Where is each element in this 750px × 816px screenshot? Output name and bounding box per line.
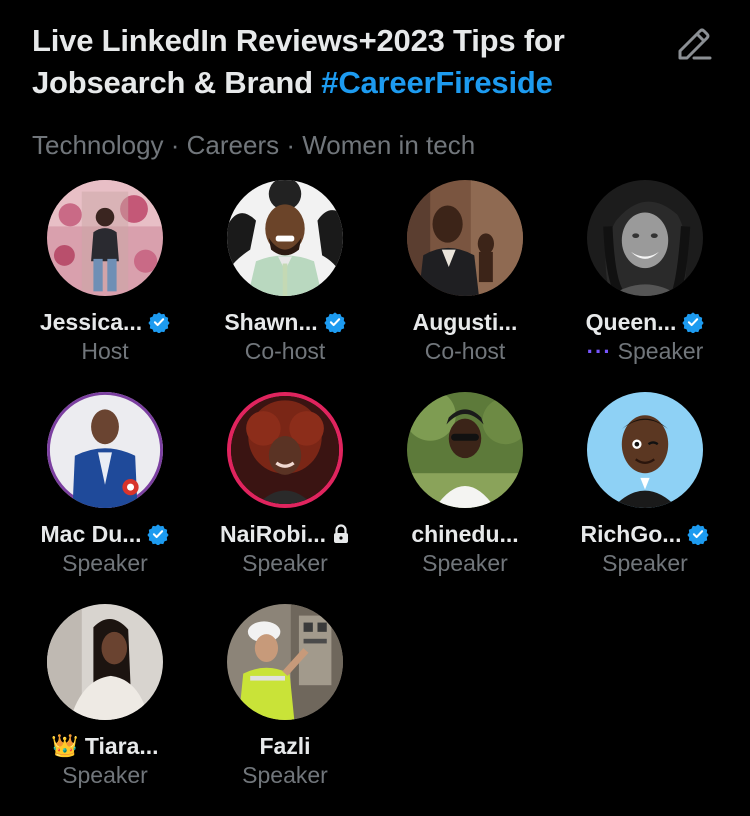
participant-name: Mac Du...: [40, 520, 142, 547]
verified-badge-icon: [147, 524, 170, 545]
participant-role: Co-host: [424, 338, 506, 364]
participant-role: Speaker: [242, 762, 328, 788]
avatar[interactable]: [587, 180, 703, 296]
participant-role: Speaker: [602, 550, 688, 576]
avatar[interactable]: [407, 180, 523, 296]
participant-queen[interactable]: Queen... ··· Speaker: [555, 180, 735, 392]
verified-badge-icon: [148, 312, 170, 333]
participants-grid: Jessica... Host Shawn... Co-host Augusti…: [15, 180, 735, 816]
avatar[interactable]: [47, 604, 163, 720]
avatar[interactable]: [227, 392, 343, 508]
lock-icon: [334, 524, 349, 543]
avatar[interactable]: [227, 180, 343, 296]
participant-nairobi[interactable]: NaiRobi... Speaker: [195, 392, 375, 604]
avatar[interactable]: [47, 180, 163, 296]
participant-name: NaiRobi...: [219, 520, 327, 547]
participant-name: Fazli: [259, 732, 311, 759]
avatar[interactable]: [587, 392, 703, 508]
participant-jessica[interactable]: Jessica... Host: [15, 180, 195, 392]
verified-badge-icon: [324, 312, 346, 333]
avatar[interactable]: [407, 392, 523, 508]
participant-role: Speaker: [617, 338, 704, 364]
participant-name: Tiara...: [84, 732, 159, 759]
edit-button[interactable]: [672, 22, 716, 66]
verified-badge-icon: [682, 312, 705, 333]
participant-name: RichGo...: [580, 520, 682, 547]
participant-tiara[interactable]: 👑 Tiara... Speaker: [15, 604, 195, 816]
participant-name: chinedu...: [411, 520, 519, 547]
participant-role: Host: [81, 338, 129, 364]
speaking-dots-icon: ···: [586, 338, 612, 364]
participant-mac-du[interactable]: Mac Du... Speaker: [15, 392, 195, 604]
participant-augustine[interactable]: Augusti... Co-host: [375, 180, 555, 392]
participant-name: Jessica...: [39, 308, 143, 335]
participant-name: Shawn...: [224, 308, 318, 335]
participant-role: Co-host: [244, 338, 326, 364]
crown-emoji: 👑: [51, 733, 79, 758]
hashtag-link[interactable]: #CareerFireside: [321, 65, 553, 100]
avatar[interactable]: [47, 392, 163, 508]
participant-name: Augusti...: [412, 308, 518, 335]
verified-badge-icon: [687, 524, 710, 545]
participant-richgo[interactable]: RichGo... Speaker: [555, 392, 735, 604]
participant-shawn[interactable]: Shawn... Co-host: [195, 180, 375, 392]
participant-role: Speaker: [242, 550, 328, 576]
participant-role: Speaker: [62, 550, 148, 576]
space-header: Live LinkedIn Reviews+2023 Tips for Jobs…: [32, 20, 652, 160]
participant-role: Speaker: [62, 762, 148, 788]
pencil-edit-icon: [678, 28, 712, 60]
participant-chinedu[interactable]: chinedu... Speaker: [375, 392, 555, 604]
space-title: Live LinkedIn Reviews+2023 Tips for Jobs…: [32, 20, 652, 104]
participant-fazli[interactable]: Fazli Speaker: [195, 604, 375, 816]
participant-name: Queen...: [585, 308, 677, 335]
participant-role: Speaker: [422, 550, 508, 576]
avatar[interactable]: [227, 604, 343, 720]
space-topics: Technology · Careers · Women in tech: [32, 130, 476, 160]
